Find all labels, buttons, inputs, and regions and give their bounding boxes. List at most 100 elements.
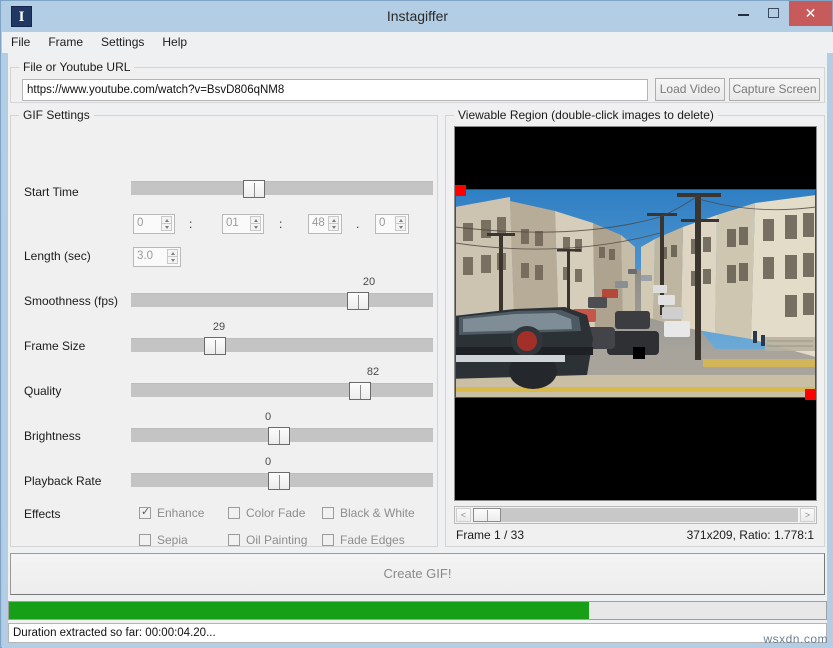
start-time-label: Start Time [24, 185, 79, 199]
stepper-down-icon[interactable] [328, 223, 339, 231]
frame-size-slider[interactable] [131, 338, 433, 352]
checkbox-color-fade-box[interactable] [228, 507, 240, 519]
gif-settings-legend: GIF Settings [19, 108, 94, 122]
bottom-gutter [2, 643, 833, 648]
status-bar: Duration extracted so far: 00:00:04.20..… [8, 623, 827, 643]
checkbox-black-and-white-box[interactable] [322, 507, 334, 519]
frame-counter: Frame 1 / 33 [456, 528, 524, 542]
brightness-slider[interactable] [131, 428, 433, 442]
maximize-icon [768, 8, 779, 18]
progress-bar-fill [9, 602, 589, 619]
frame-size-label: Frame Size [24, 339, 85, 353]
checkbox-oil-painting-label: Oil Painting [246, 533, 307, 547]
video-preview[interactable] [454, 126, 817, 501]
crop-handle-top-left[interactable] [455, 185, 466, 196]
brightness-slider-thumb[interactable] [268, 427, 290, 445]
start-time-slider[interactable] [131, 181, 433, 195]
length-value: 3.0 [137, 250, 153, 262]
quality-slider[interactable] [131, 383, 433, 397]
frame-size-slider-thumb[interactable] [204, 337, 226, 355]
checkbox-sepia-label: Sepia [157, 533, 188, 547]
stepper-down-icon[interactable] [395, 223, 406, 231]
start-seconds-value: 48 [312, 217, 325, 229]
start-frames-arrows[interactable] [395, 216, 406, 232]
right-gutter [827, 53, 833, 648]
start-hours-stepper[interactable]: 0 [133, 214, 175, 234]
smoothness-slider-thumb[interactable] [347, 292, 369, 310]
start-frames-stepper[interactable]: 0 [375, 214, 409, 234]
smoothness-label: Smoothness (fps) [24, 294, 118, 308]
start-hours-arrows[interactable] [161, 216, 172, 232]
stepper-down-icon[interactable] [161, 223, 172, 231]
scroll-left-button[interactable]: < [456, 508, 471, 522]
start-minutes-stepper[interactable]: 01 [222, 214, 264, 234]
window-title: Instagiffer [1, 1, 833, 32]
minimize-icon [738, 14, 749, 16]
playback-rate-label: Playback Rate [24, 474, 101, 488]
maximize-button[interactable] [759, 1, 787, 26]
create-gif-button[interactable]: Create GIF! [10, 553, 825, 595]
viewable-region-legend: Viewable Region (double-click images to … [454, 108, 718, 122]
url-input[interactable] [22, 79, 648, 101]
video-frame-image [455, 189, 816, 398]
progress-bar [8, 601, 827, 620]
crop-handle-bottom-right[interactable] [805, 389, 816, 400]
menu-item-help[interactable]: Help [153, 32, 196, 51]
start-seconds-stepper[interactable]: 48 [308, 214, 342, 234]
quality-label: Quality [24, 384, 61, 398]
load-video-button[interactable]: Load Video [655, 78, 725, 101]
capture-screen-button[interactable]: Capture Screen [729, 78, 820, 101]
length-stepper[interactable]: 3.0 [133, 247, 181, 267]
url-group: File or Youtube URL Load Video Capture S… [10, 67, 825, 103]
crop-center-marker [633, 347, 645, 359]
checkbox-fade-edges-label: Fade Edges [340, 533, 405, 547]
checkbox-color-fade-label: Color Fade [246, 506, 305, 520]
client-area: File or Youtube URL Load Video Capture S… [2, 53, 833, 648]
gif-settings-group: GIF Settings Start Time 0 : 01 [10, 115, 438, 547]
checkbox-black-and-white-label: Black & White [340, 506, 415, 520]
effects-label: Effects [24, 507, 60, 521]
start-minutes-arrows[interactable] [250, 216, 261, 232]
length-arrows[interactable] [167, 249, 178, 265]
close-button[interactable]: ✕ [789, 1, 832, 26]
viewable-region-group: Viewable Region (double-click images to … [445, 115, 825, 547]
frame-scrollbar-track[interactable] [473, 508, 798, 522]
checkbox-sepia-box[interactable] [139, 534, 151, 546]
minimize-button[interactable] [729, 1, 757, 26]
street-scene-graphic [455, 189, 816, 398]
checkbox-fade-edges-box[interactable] [322, 534, 334, 546]
menu-bar: File Frame Settings Help [2, 32, 833, 53]
frame-scrollbar-thumb[interactable] [473, 508, 501, 522]
time-separator-1: : [189, 217, 192, 231]
dimension-info: 371x209, Ratio: 1.778:1 [687, 528, 814, 542]
stepper-down-icon[interactable] [167, 256, 178, 264]
stepper-down-icon[interactable] [250, 223, 261, 231]
time-decimal-separator: . [356, 217, 359, 231]
playback-rate-value: 0 [248, 456, 288, 468]
playback-rate-slider-thumb[interactable] [268, 472, 290, 490]
app-window: I Instagiffer ✕ File Frame Settings Help… [0, 0, 833, 648]
frame-size-value: 29 [199, 321, 239, 333]
brightness-label: Brightness [24, 429, 81, 443]
checkbox-oil-painting-box[interactable] [228, 534, 240, 546]
length-label: Length (sec) [24, 249, 91, 263]
watermark-text: wsxdn.com [763, 632, 828, 646]
brightness-value: 0 [248, 411, 288, 423]
title-bar: I Instagiffer ✕ [1, 1, 833, 32]
menu-item-settings[interactable]: Settings [92, 32, 153, 51]
start-time-slider-thumb[interactable] [243, 180, 265, 198]
scroll-right-button[interactable]: > [800, 508, 815, 522]
start-frames-value: 0 [379, 217, 385, 229]
url-group-legend: File or Youtube URL [19, 60, 134, 74]
status-text: Duration extracted so far: 00:00:04.20..… [13, 627, 216, 639]
menu-item-frame[interactable]: Frame [39, 32, 92, 51]
left-gutter [2, 53, 8, 648]
start-seconds-arrows[interactable] [328, 216, 339, 232]
checkbox-enhance-box[interactable] [139, 507, 151, 519]
frame-scrollbar[interactable]: < > [454, 506, 817, 524]
quality-slider-thumb[interactable] [349, 382, 371, 400]
smoothness-slider[interactable] [131, 293, 433, 307]
time-separator-2: : [279, 217, 282, 231]
playback-rate-slider[interactable] [131, 473, 433, 487]
menu-item-file[interactable]: File [2, 32, 39, 51]
